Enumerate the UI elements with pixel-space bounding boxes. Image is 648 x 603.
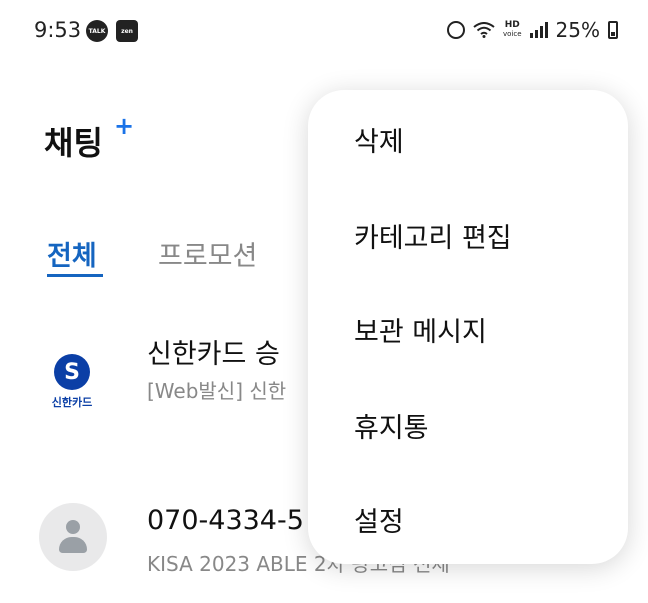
status-indicators: HD voice 25%: [447, 18, 618, 42]
status-time: 9:53: [34, 18, 82, 42]
avatar: S 신한카드: [38, 348, 106, 416]
menu-item-edit-category[interactable]: 카테고리 편집: [354, 216, 512, 255]
overflow-menu: 삭제 카테고리 편집 보관 메시지 휴지통 설정: [308, 90, 628, 564]
page-title: 채팅: [44, 124, 103, 162]
menu-item-settings[interactable]: 설정: [354, 500, 404, 539]
chat-preview: [Web발신] 신한: [147, 379, 287, 403]
chat-name: 신한카드 승: [147, 339, 280, 370]
alarm-icon: [447, 21, 466, 39]
tab-promotion[interactable]: 프로모션: [158, 234, 257, 273]
menu-item-saved-messages[interactable]: 보관 메시지: [354, 310, 487, 349]
battery-icon: [608, 21, 618, 39]
avatar: [39, 503, 107, 571]
plus-icon: +: [114, 112, 135, 140]
tab-all[interactable]: 전체: [47, 234, 97, 273]
tab-active-indicator: [47, 274, 103, 277]
person-icon: [66, 520, 80, 534]
status-bar: 9:53 TALK zen HD voice 25%: [0, 0, 648, 62]
menu-item-trash[interactable]: 휴지통: [354, 406, 429, 445]
logo-name: 신한카드: [51, 396, 93, 409]
signal-icon: [529, 22, 548, 38]
shinhan-logo-icon: S: [54, 354, 90, 390]
chat-name: 070-4334-5: [147, 505, 304, 536]
zen-notification-icon: zen: [116, 20, 138, 42]
hd-voice-icon: HD voice: [503, 20, 522, 39]
menu-item-delete[interactable]: 삭제: [354, 120, 404, 159]
kakaotalk-notification-icon: TALK: [86, 20, 108, 42]
wifi-icon: [473, 22, 495, 38]
battery-percent: 25%: [555, 18, 600, 42]
